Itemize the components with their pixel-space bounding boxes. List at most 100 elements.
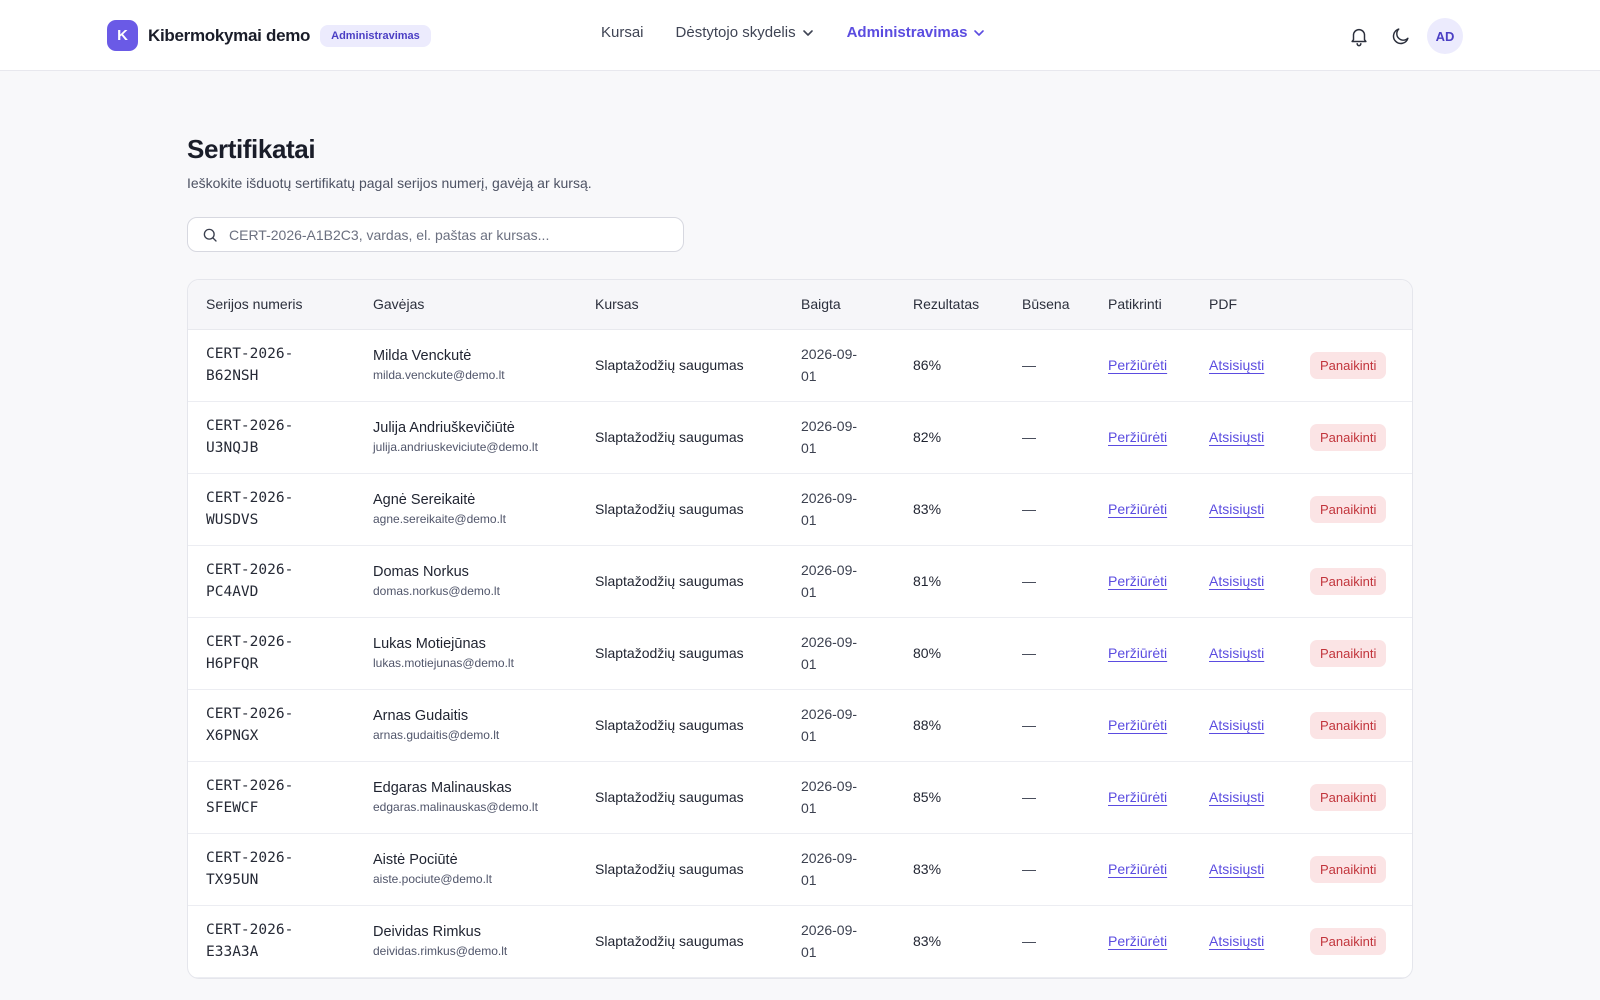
view-certificate-link[interactable]: Peržiūrėti (1108, 573, 1167, 589)
download-pdf-link[interactable]: Atsisiųsti (1209, 645, 1264, 661)
download-pdf-link[interactable]: Atsisiųsti (1209, 501, 1264, 517)
score-cell: 83% (895, 905, 1004, 978)
verify-cell: Peržiūrėti (1090, 401, 1191, 474)
serial-number-code: E33A3A (206, 944, 259, 960)
view-certificate-link[interactable]: Peržiūrėti (1108, 861, 1167, 877)
serial-number-code: TX95UN (206, 872, 259, 888)
recipient-name: Lukas Motiejūnas (373, 636, 486, 652)
search-box[interactable] (187, 217, 684, 252)
serial-number-prefix: CERT-2026- (206, 490, 294, 506)
completed-date-cell: 2026-09- 01 (783, 401, 895, 474)
recipient-cell: Agnė Sereikaitė agne.sereikaite@demo.lt (355, 473, 577, 546)
view-certificate-link[interactable]: Peržiūrėti (1108, 933, 1167, 949)
download-pdf-link[interactable]: Atsisiųsti (1209, 789, 1264, 805)
revoke-button[interactable]: Panaikinti (1310, 855, 1387, 883)
actions-cell: Panaikinti (1292, 401, 1412, 474)
bell-icon (1351, 28, 1367, 47)
serial-cell: CERT-2026- X6PNGX (188, 689, 355, 762)
view-certificate-link[interactable]: Peržiūrėti (1108, 357, 1167, 373)
column-header-completed: Baigta (783, 280, 895, 330)
completed-date-part: 01 (801, 440, 817, 456)
brand[interactable]: K Kibermokymai demo Administravimas (107, 20, 431, 51)
download-pdf-link[interactable]: Atsisiųsti (1209, 933, 1264, 949)
view-certificate-link[interactable]: Peržiūrėti (1108, 429, 1167, 445)
course-cell: Slaptažodžių saugumas (577, 329, 783, 402)
table-row: CERT-2026- WUSDVS Agnė Sereikaitė agne.sere… (188, 473, 1412, 546)
recipient-email: domas.norkus@demo.lt (373, 584, 500, 598)
view-certificate-link[interactable]: Peržiūrėti (1108, 789, 1167, 805)
table-row: CERT-2026- TX95UN Aistė Pociūtė aiste.pociu… (188, 833, 1412, 906)
table-header-row: Serijos numeris Gavėjas Kursas Baigta Re… (188, 280, 1412, 330)
serial-number-prefix: CERT-2026- (206, 346, 294, 362)
column-header-actions (1292, 280, 1412, 330)
brand-logo[interactable]: K (107, 20, 138, 51)
actions-cell: Panaikinti (1292, 689, 1412, 762)
column-header-score: Rezultatas (895, 280, 1004, 330)
score-cell: 83% (895, 833, 1004, 906)
revoke-button[interactable]: Panaikinti (1310, 495, 1387, 523)
download-pdf-link[interactable]: Atsisiųsti (1209, 357, 1264, 373)
view-certificate-link[interactable]: Peržiūrėti (1108, 501, 1167, 517)
serial-cell: CERT-2026- H6PFQR (188, 617, 355, 690)
course-cell: Slaptažodžių saugumas (577, 545, 783, 618)
nav-item-label: Dėstytojo skydelis (675, 24, 796, 41)
completed-date-part: 2026-09- (801, 418, 858, 434)
revoke-button[interactable]: Panaikinti (1310, 567, 1387, 595)
pdf-cell: Atsisiųsti (1191, 329, 1292, 402)
recipient-cell: Edgaras Malinauskas edgaras.malinauskas@d… (355, 761, 577, 834)
nav-item-kursai[interactable]: Kursai (601, 24, 644, 41)
verify-cell: Peržiūrėti (1090, 833, 1191, 906)
recipient-name: Julija Andriuškevičiūtė (373, 420, 515, 436)
verify-cell: Peržiūrėti (1090, 617, 1191, 690)
moon-icon (1392, 28, 1409, 45)
status-cell: — (1004, 473, 1090, 546)
nav-item-destytojo-skydelis[interactable]: Dėstytojo skydelis (676, 24, 814, 41)
column-header-pdf: PDF (1191, 280, 1292, 330)
pdf-cell: Atsisiųsti (1191, 401, 1292, 474)
user-avatar[interactable]: AD (1427, 18, 1463, 54)
recipient-cell: Aistė Pociūtė aiste.pociute@demo.lt (355, 833, 577, 906)
column-header-verify: Patikrinti (1090, 280, 1191, 330)
revoke-button[interactable]: Panaikinti (1310, 351, 1387, 379)
table-row: CERT-2026- U3NQJB Julija Andriuškevičiūtė j… (188, 401, 1412, 474)
role-badge: Administravimas (320, 24, 431, 47)
download-pdf-link[interactable]: Atsisiųsti (1209, 861, 1264, 877)
recipient-cell: Milda Venckutė milda.venckute@demo.lt (355, 329, 577, 402)
search-input[interactable] (229, 226, 669, 243)
status-cell: — (1004, 689, 1090, 762)
revoke-button[interactable]: Panaikinti (1310, 927, 1387, 955)
nav-item-administravimas[interactable]: Administravimas (847, 24, 986, 41)
serial-number-prefix: CERT-2026- (206, 418, 294, 434)
revoke-button[interactable]: Panaikinti (1310, 639, 1387, 667)
view-certificate-link[interactable]: Peržiūrėti (1108, 717, 1167, 733)
completed-date-part: 2026-09- (801, 562, 858, 578)
view-certificate-link[interactable]: Peržiūrėti (1108, 645, 1167, 661)
completed-date-part: 2026-09- (801, 634, 858, 650)
serial-number-code: B62NSH (206, 368, 259, 384)
completed-date-cell: 2026-09- 01 (783, 329, 895, 402)
completed-date-part: 01 (801, 800, 817, 816)
download-pdf-link[interactable]: Atsisiųsti (1209, 717, 1264, 733)
serial-number-code: X6PNGX (206, 728, 259, 744)
actions-cell: Panaikinti (1292, 905, 1412, 978)
completed-date-cell: 2026-09- 01 (783, 545, 895, 618)
recipient-email: arnas.gudaitis@demo.lt (373, 728, 500, 742)
recipient-name: Deividas Rimkus (373, 924, 481, 940)
status-cell: — (1004, 905, 1090, 978)
brand-name[interactable]: Kibermokymai demo (148, 26, 310, 46)
revoke-button[interactable]: Panaikinti (1310, 423, 1387, 451)
notifications-button[interactable] (1341, 18, 1377, 54)
revoke-button[interactable]: Panaikinti (1310, 783, 1387, 811)
revoke-button[interactable]: Panaikinti (1310, 711, 1387, 739)
theme-toggle-button[interactable] (1383, 18, 1419, 54)
completed-date-part: 01 (801, 656, 817, 672)
download-pdf-link[interactable]: Atsisiųsti (1209, 573, 1264, 589)
verify-cell: Peržiūrėti (1090, 329, 1191, 402)
table-row: CERT-2026- PC4AVD Domas Norkus domas.norkus… (188, 545, 1412, 618)
serial-number-prefix: CERT-2026- (206, 922, 294, 938)
recipient-cell: Julija Andriuškevičiūtė julija.andriuskev… (355, 401, 577, 474)
pdf-cell: Atsisiųsti (1191, 617, 1292, 690)
download-pdf-link[interactable]: Atsisiųsti (1209, 429, 1264, 445)
serial-number-prefix: CERT-2026- (206, 850, 294, 866)
serial-number-code: PC4AVD (206, 584, 259, 600)
